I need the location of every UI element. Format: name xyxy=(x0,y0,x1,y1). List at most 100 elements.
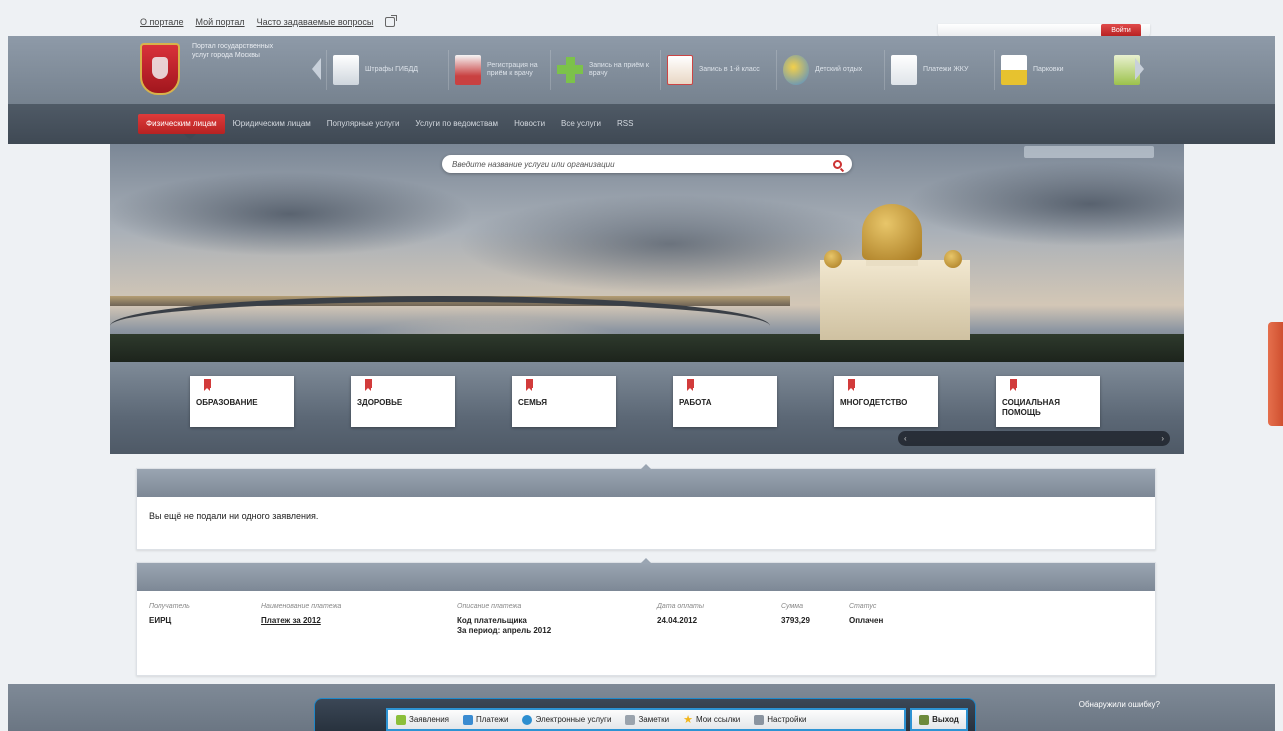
exit-button[interactable]: Выход xyxy=(910,708,968,731)
wallet-icon xyxy=(463,714,474,725)
exit-label: Выход xyxy=(932,715,959,724)
bookmark-icon xyxy=(1010,379,1017,391)
search-input[interactable] xyxy=(452,159,833,169)
nav-item-popular[interactable]: Популярные услуги xyxy=(319,114,408,134)
carousel-item[interactable] xyxy=(1108,50,1140,90)
search-icon[interactable] xyxy=(833,159,842,169)
payments-panel: Получатель Наименование платежа Описание… xyxy=(136,558,1156,676)
toolbar-item-label: Мои ссылки xyxy=(695,715,741,724)
carousel-item[interactable]: Парковки xyxy=(994,50,1104,90)
toolbar-payments[interactable]: Платежи xyxy=(463,714,509,725)
carousel-prev-arrow-icon[interactable] xyxy=(312,58,321,80)
toolbar-applications[interactable]: Заявления xyxy=(396,714,450,725)
carousel-item[interactable]: Запись в 1-й класс xyxy=(660,50,772,90)
top-link-faq[interactable]: Часто задаваемые вопросы xyxy=(257,17,374,27)
carousel-item[interactable]: Запись на приём к врачу xyxy=(550,50,656,90)
top-link-about[interactable]: О портале xyxy=(140,17,183,27)
carousel-next-arrow-icon[interactable] xyxy=(1135,58,1144,80)
report-error-link[interactable]: Обнаружили ошибку? xyxy=(1000,700,1160,709)
toolbar-menu: Заявления Платежи Электронные услуги Зам… xyxy=(386,708,906,731)
toolbar-item-label: Заметки xyxy=(638,715,670,724)
table-header-row: Получатель Наименование платежа Описание… xyxy=(149,603,909,610)
hero-top-right-link[interactable] xyxy=(1024,146,1154,158)
star-icon: ★ xyxy=(683,714,693,726)
category-label: ЗДОРОВЬЕ xyxy=(357,398,403,407)
category-label: СЕМЬЯ xyxy=(518,398,547,407)
panel-header xyxy=(137,464,1155,497)
feedback-side-tab[interactable] xyxy=(1268,322,1283,426)
applications-empty-text: Вы ещё не подали ни одного заявления. xyxy=(149,511,319,521)
category-card-health[interactable]: ЗДОРОВЬЕ xyxy=(351,376,455,427)
column-header: Получатель xyxy=(149,603,190,610)
carousel-item-label: Запись на приём к врачу xyxy=(589,62,649,77)
column-header: Сумма xyxy=(781,603,803,610)
payment-description-line: За период: апрель 2012 xyxy=(457,626,552,635)
note-icon xyxy=(625,714,636,725)
toolbar-item-label: Электронные услуги xyxy=(535,715,612,724)
moscow-emblem-logo[interactable] xyxy=(140,43,180,95)
toolbar-my-links[interactable]: ★ Мои ссылки xyxy=(683,713,740,726)
payment-name-link[interactable]: Платеж за 2012 xyxy=(261,616,321,625)
carousel-item-label: Регистрация на приём к врачу xyxy=(487,62,538,77)
category-card-social-help[interactable]: СОЦИАЛЬНАЯ ПОМОЩЬ xyxy=(996,376,1100,427)
toolbar-e-services[interactable]: Электронные услуги xyxy=(522,714,612,725)
toolbar-notes[interactable]: Заметки xyxy=(625,714,670,725)
nav-active-pointer xyxy=(184,134,196,140)
exit-icon xyxy=(919,714,930,725)
bookmark-icon xyxy=(848,379,855,391)
toolbar-settings[interactable]: Настройки xyxy=(754,714,807,725)
nav-item-rss[interactable]: RSS xyxy=(609,114,641,134)
top-links: О портале Мой портал Часто задаваемые во… xyxy=(140,14,398,30)
toolbar-item-label: Платежи xyxy=(476,715,509,724)
school-icon xyxy=(667,55,693,85)
carousel-item[interactable]: Детский отдых xyxy=(776,50,880,90)
bookmark-icon xyxy=(526,379,533,391)
caption-prev-arrow-icon[interactable]: ‹ xyxy=(904,431,907,446)
carousel-item[interactable]: Платежи ЖКУ xyxy=(884,50,990,90)
payment-date: 24.04.2012 xyxy=(657,616,698,625)
hero-cathedral xyxy=(810,190,980,340)
services-carousel: Штрафы ГИБДД Регистрация на приём к врач… xyxy=(312,48,1144,90)
payment-description-line: Код плательщика xyxy=(457,616,527,625)
toolbar-item-label: Настройки xyxy=(767,715,807,724)
receipt-icon xyxy=(891,55,917,85)
caption-next-arrow-icon[interactable]: › xyxy=(1161,431,1164,446)
payment-amount: 3793,29 xyxy=(781,616,810,625)
toolbar-item-label: Заявления xyxy=(409,715,450,724)
globe-icon xyxy=(522,714,533,725)
category-label: РАБОТА xyxy=(679,398,712,407)
category-card-work[interactable]: РАБОТА xyxy=(673,376,777,427)
carousel-item[interactable]: Регистрация на приём к врачу xyxy=(448,50,546,90)
column-header: Описание платежа xyxy=(457,603,522,610)
nav-item-individuals[interactable]: Физическим лицам xyxy=(138,114,225,134)
nav-item-legal-entities[interactable]: Юридическим лицам xyxy=(225,114,319,134)
applications-panel: Вы ещё не подали ни одного заявления. xyxy=(136,464,1156,550)
carousel-item[interactable]: Штрафы ГИБДД xyxy=(326,50,444,90)
main-nav: Физическим лицам Юридическим лицам Попул… xyxy=(138,114,641,134)
category-card-family[interactable]: СЕМЬЯ xyxy=(512,376,616,427)
top-link-my-portal[interactable]: Мой портал xyxy=(195,17,244,27)
column-header: Дата оплаты xyxy=(657,603,704,610)
category-card-large-families[interactable]: МНОГОДЕТСТВО xyxy=(834,376,938,427)
nav-item-news[interactable]: Новости xyxy=(506,114,553,134)
nav-item-by-department[interactable]: Услуги по ведомствам xyxy=(407,114,506,134)
nav-item-all-services[interactable]: Все услуги xyxy=(553,114,609,134)
hero-embankment xyxy=(110,334,1184,362)
category-card-education[interactable]: ОБРАЗОВАНИЕ xyxy=(190,376,294,427)
payment-recipient: ЕИРЦ xyxy=(149,616,172,625)
ruler-icon xyxy=(333,55,359,85)
bookmark-icon xyxy=(204,379,211,391)
table-row: ЕИРЦ Платеж за 2012 Код плательщика За п… xyxy=(149,616,909,636)
carousel-item-label: Парковки xyxy=(1033,66,1064,73)
wrench-icon xyxy=(754,714,765,725)
medical-cross-icon xyxy=(557,55,583,85)
document-icon xyxy=(396,714,406,725)
brand-text: Портал государственных услуг города Моск… xyxy=(192,43,274,59)
bookmark-icon xyxy=(365,379,372,391)
search-box xyxy=(442,155,852,173)
category-label: СОЦИАЛЬНАЯ ПОМОЩЬ xyxy=(1002,398,1060,417)
external-link-icon[interactable] xyxy=(385,15,398,27)
taxi-icon xyxy=(1001,55,1027,85)
payment-status: Оплачен xyxy=(849,616,884,625)
carousel-item-label: Запись в 1-й класс xyxy=(699,66,760,73)
